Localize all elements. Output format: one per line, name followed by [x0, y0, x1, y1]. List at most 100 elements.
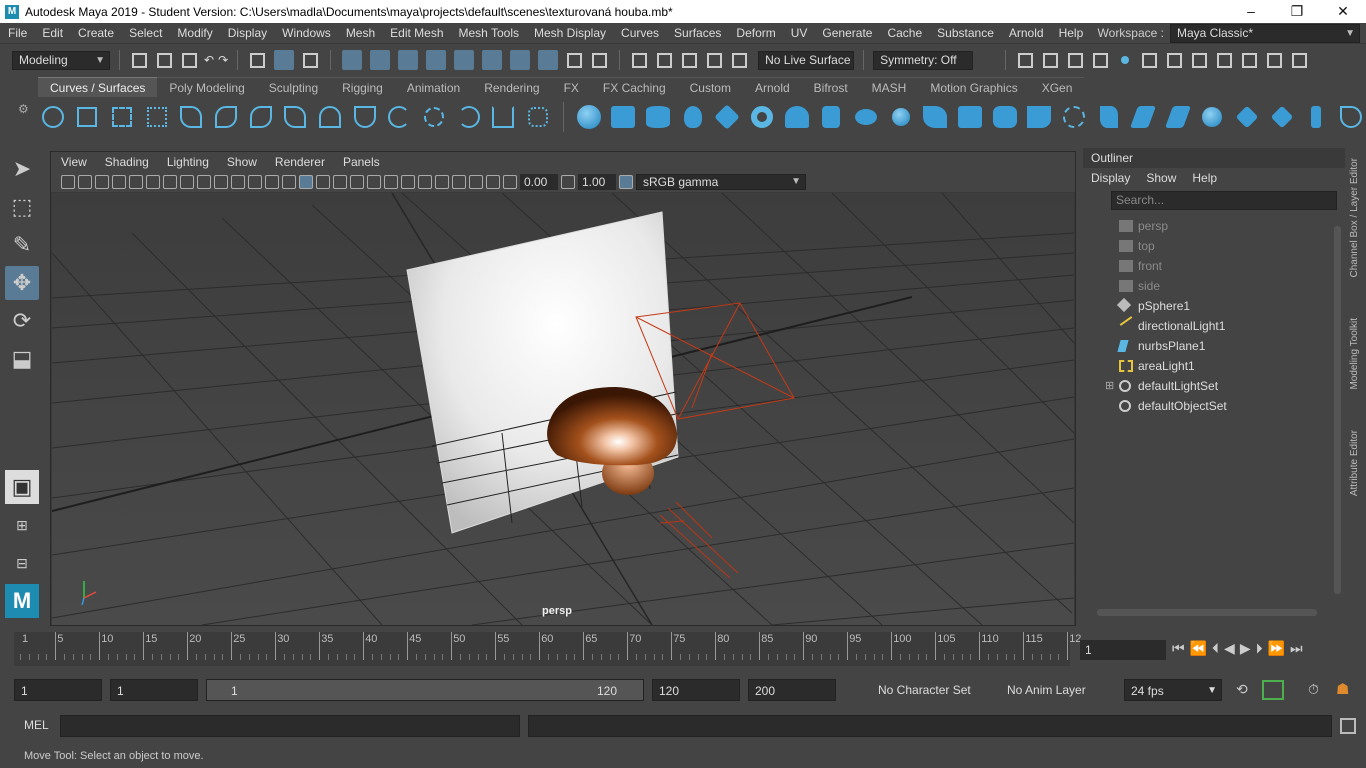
ep-curve-tool-icon[interactable] — [142, 102, 172, 132]
use-all-lights-icon[interactable] — [350, 175, 364, 189]
rebuild-curve-icon[interactable] — [419, 102, 449, 132]
outliner-menu-display[interactable]: Display — [1083, 171, 1138, 185]
wireframe-icon[interactable] — [282, 175, 296, 189]
depth-of-field-icon[interactable] — [435, 175, 449, 189]
persp-outliner-layout-icon[interactable]: ⊟ — [5, 546, 39, 580]
xray-joints-icon[interactable] — [486, 175, 500, 189]
bezier-curve-tool-icon[interactable] — [211, 102, 241, 132]
select-tool-icon[interactable]: ➤ — [5, 152, 39, 186]
two-d-pan-zoom-icon[interactable] — [129, 175, 143, 189]
viewport-menu-lighting[interactable]: Lighting — [157, 155, 217, 169]
shelf-tab-custom[interactable]: Custom — [677, 77, 743, 97]
exposure-icon[interactable] — [503, 175, 517, 189]
select-components-icon[interactable] — [303, 52, 319, 68]
rotate-tool-icon[interactable]: ⟳ — [5, 304, 39, 338]
select-objects-icon[interactable] — [274, 50, 295, 70]
camera-attributes-icon[interactable] — [78, 175, 92, 189]
safe-action-icon[interactable] — [248, 175, 262, 189]
gamma-icon[interactable] — [561, 175, 575, 189]
shelf-tab-fx[interactable]: FX — [551, 77, 591, 97]
lasso-tool-icon[interactable]: ⬚ — [5, 190, 39, 224]
gamma-field[interactable]: 1.00 — [578, 174, 616, 190]
nurbs-circle-icon[interactable] — [38, 102, 68, 132]
shelf-tab-xgen[interactable]: XGen — [1029, 77, 1085, 97]
grid-toggle-icon[interactable] — [163, 175, 177, 189]
film-gate-icon[interactable] — [180, 175, 194, 189]
viewport-menu-show[interactable]: Show — [217, 155, 265, 169]
play-forwards-icon[interactable]: ▶ — [1240, 640, 1251, 657]
shelf-gear-icon[interactable]: ⚙ — [18, 102, 29, 116]
bevel-plus-icon[interactable] — [955, 102, 985, 132]
outliner-item[interactable]: pSphere1 — [1083, 296, 1345, 316]
menu-generate[interactable]: Generate — [814, 26, 879, 40]
shelf-tab-rendering[interactable]: Rendering — [472, 77, 552, 97]
loop-icon[interactable]: ⟲ — [1236, 681, 1248, 698]
shelf-tab-mash[interactable]: MASH — [859, 77, 919, 97]
insert-knot-icon[interactable] — [315, 102, 345, 132]
view-transform-dropdown[interactable]: sRGB gamma ▼ — [636, 174, 806, 190]
move-tool-icon[interactable]: ✥ — [5, 266, 39, 300]
select-hierarchy-icon[interactable] — [250, 52, 266, 68]
command-input[interactable] — [60, 715, 520, 737]
select-by-surface-icon[interactable] — [426, 50, 447, 70]
arnold-render-icon[interactable] — [1167, 52, 1183, 68]
revolve-icon[interactable] — [782, 102, 812, 132]
nurbs-square-icon[interactable] — [73, 102, 103, 132]
resolution-gate-icon[interactable] — [197, 175, 211, 189]
channel-box-toggle-icon[interactable] — [1292, 52, 1308, 68]
shelf-tab-animation[interactable]: Animation — [394, 77, 473, 97]
trim-tool-icon[interactable] — [1128, 102, 1158, 132]
menu-display[interactable]: Display — [220, 26, 274, 40]
light-editor-icon[interactable] — [1142, 52, 1158, 68]
safe-title-icon[interactable] — [265, 175, 279, 189]
anim-layer-dropdown[interactable]: No Anim Layer — [1001, 679, 1101, 701]
menu-deform[interactable]: Deform — [728, 26, 782, 40]
shelf-tab-bifrost[interactable]: Bifrost — [801, 77, 860, 97]
symmetry-dropdown[interactable]: Symmetry: Off — [873, 50, 974, 70]
intersect-surfaces-icon[interactable] — [1094, 102, 1124, 132]
render-frame-icon[interactable] — [1043, 52, 1059, 68]
modeling-toolkit-icon[interactable] — [1192, 52, 1208, 68]
menuset-dropdown[interactable]: Modeling ▼ — [12, 50, 110, 70]
anti-aliasing-icon[interactable] — [418, 175, 432, 189]
character-set-dropdown[interactable]: No Character Set — [872, 679, 972, 701]
outliner-item[interactable]: areaLight1 — [1083, 356, 1345, 376]
bookmarks-icon[interactable] — [95, 175, 109, 189]
shelf-tab-fx-caching[interactable]: FX Caching — [590, 77, 678, 97]
menu-select[interactable]: Select — [121, 26, 169, 40]
menu-help[interactable]: Help — [1051, 26, 1091, 40]
textured-icon[interactable] — [333, 175, 347, 189]
shelf-tab-sculpting[interactable]: Sculpting — [256, 77, 331, 97]
attach-curves-icon[interactable] — [246, 102, 276, 132]
wireframe-on-shaded-icon[interactable] — [316, 175, 330, 189]
select-by-misc-icon[interactable] — [538, 50, 559, 70]
make-live-icon[interactable] — [732, 52, 748, 68]
nurbs-torus-icon[interactable] — [747, 102, 777, 132]
menu-cache[interactable]: Cache — [879, 26, 929, 40]
shadows-icon[interactable] — [367, 175, 381, 189]
outliner-item[interactable]: side — [1083, 276, 1345, 296]
project-curve-icon[interactable] — [1059, 102, 1089, 132]
add-points-icon[interactable] — [454, 102, 484, 132]
attach-surfaces-icon[interactable] — [1198, 102, 1228, 132]
outliner-item[interactable]: directionalLight1 — [1083, 316, 1345, 336]
new-scene-icon[interactable] — [132, 52, 147, 68]
shelf-tab-rigging[interactable]: Rigging — [330, 77, 395, 97]
minimize-button[interactable]: – — [1228, 0, 1274, 23]
shelf-tab-poly-modeling[interactable]: Poly Modeling — [157, 77, 257, 97]
open-scene-icon[interactable] — [157, 52, 172, 68]
tab-attribute-editor[interactable]: Attribute Editor — [1349, 430, 1360, 496]
snap-curve-icon[interactable] — [657, 52, 673, 68]
auto-key-icon[interactable] — [1262, 680, 1284, 700]
save-scene-icon[interactable] — [182, 52, 197, 68]
menu-edit[interactable]: Edit — [34, 26, 70, 40]
viewport-menu-panels[interactable]: Panels — [333, 155, 388, 169]
character-controls-icon[interactable] — [1217, 52, 1233, 68]
offset-curve-icon[interactable] — [385, 102, 415, 132]
gate-mask-icon[interactable] — [214, 175, 228, 189]
select-by-curve-icon[interactable] — [398, 50, 419, 70]
screen-space-ao-icon[interactable] — [384, 175, 398, 189]
step-forward-frame-icon[interactable]: ⏩ — [1268, 640, 1285, 657]
outliner-item[interactable]: front — [1083, 256, 1345, 276]
current-frame-field[interactable]: 1 — [1080, 640, 1166, 660]
